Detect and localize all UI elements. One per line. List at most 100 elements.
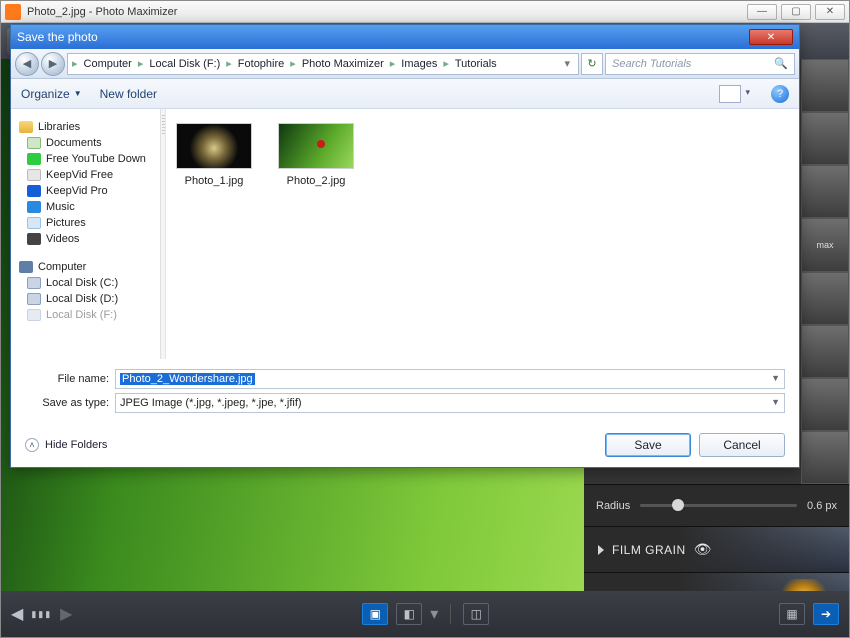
tree-computer[interactable]: Computer bbox=[38, 261, 86, 273]
chevron-down-icon[interactable]: ▼ bbox=[771, 397, 780, 407]
breadcrumb-item[interactable]: Fotophire bbox=[232, 58, 290, 70]
view-mode-button[interactable] bbox=[719, 85, 741, 103]
actual-size-icon[interactable]: ➔ bbox=[813, 603, 839, 625]
bottom-bar: ◀ ▮▮▮ ▶ ▣ ◧ ▾ ◫ ▦ ➔ bbox=[1, 591, 849, 637]
savetype-select[interactable]: JPEG Image (*.jpg, *.jpeg, *.jpe, *.jfif… bbox=[115, 393, 785, 413]
expand-icon bbox=[598, 591, 604, 592]
preset-thumb[interactable] bbox=[801, 165, 849, 218]
breadcrumb-item[interactable]: Computer bbox=[78, 58, 138, 70]
chevron-down-icon: ▼ bbox=[74, 89, 82, 98]
folder-tree[interactable]: Libraries Documents Free YouTube Down Ke… bbox=[11, 109, 161, 359]
visibility-icon[interactable]: 👁 bbox=[694, 541, 712, 558]
tree-item[interactable]: Local Disk (F:) bbox=[27, 307, 156, 323]
dialog-fields: File name: Photo_2_Wondershare.jpg ▼ Save… bbox=[11, 359, 799, 423]
tree-item[interactable]: Free YouTube Down bbox=[27, 151, 156, 167]
savetype-label: Save as type: bbox=[25, 397, 109, 409]
hide-folders-button[interactable]: ˄ Hide Folders bbox=[25, 438, 107, 452]
radius-slider[interactable] bbox=[640, 504, 797, 507]
save-dialog: Save the photo ✕ ◀ ▶ ▸ Computer ▸ Local … bbox=[10, 24, 800, 468]
radius-value: 0.6 px bbox=[807, 500, 837, 512]
breadcrumb-item[interactable]: Tutorials bbox=[449, 58, 503, 70]
pictures-icon bbox=[27, 217, 41, 229]
tree-libraries[interactable]: Libraries bbox=[38, 121, 80, 133]
tree-item[interactable]: KeepVid Free bbox=[27, 167, 156, 183]
search-input[interactable]: Search Tutorials 🔍 bbox=[605, 53, 795, 75]
breadcrumb-dropdown-icon[interactable]: ▾ bbox=[560, 57, 574, 70]
dialog-footer: ˄ Hide Folders Save Cancel bbox=[11, 423, 799, 467]
file-name: Photo_2.jpg bbox=[287, 175, 346, 187]
dialog-titlebar: Save the photo ✕ bbox=[11, 25, 799, 49]
save-button[interactable]: Save bbox=[605, 433, 691, 457]
file-item[interactable]: Photo_2.jpg bbox=[278, 123, 354, 187]
filename-value: Photo_2_Wondershare.jpg bbox=[120, 373, 255, 385]
radius-row: Radius 0.6 px bbox=[584, 484, 849, 526]
add-icon[interactable]: + bbox=[680, 587, 689, 591]
file-name: Photo_1.jpg bbox=[185, 175, 244, 187]
preset-thumb[interactable] bbox=[801, 378, 849, 431]
breadcrumb-item[interactable]: Images bbox=[395, 58, 443, 70]
drive-icon bbox=[27, 277, 41, 289]
tree-item[interactable]: Local Disk (C:) bbox=[27, 275, 156, 291]
file-item[interactable]: Photo_1.jpg bbox=[176, 123, 252, 187]
next-image-button[interactable]: ▶ bbox=[60, 604, 72, 624]
libraries-icon bbox=[19, 121, 33, 133]
dialog-toolbar: Organize ▼ New folder ? bbox=[11, 79, 799, 109]
breadcrumb-item[interactable]: Photo Maximizer bbox=[296, 58, 390, 70]
preset-thumb[interactable] bbox=[801, 112, 849, 165]
refresh-button[interactable]: ↻ bbox=[581, 53, 603, 75]
view-split-icon[interactable]: ◧ bbox=[396, 603, 422, 625]
organize-menu[interactable]: Organize ▼ bbox=[21, 87, 82, 101]
fit-screen-icon[interactable]: ▦ bbox=[779, 603, 805, 625]
youtube-icon bbox=[27, 153, 41, 165]
presets-label: PRESETS bbox=[612, 589, 672, 592]
preset-thumb[interactable] bbox=[801, 325, 849, 378]
search-placeholder: Search Tutorials bbox=[612, 58, 691, 70]
tree-item[interactable]: Pictures bbox=[27, 215, 156, 231]
filename-label: File name: bbox=[25, 373, 109, 385]
new-folder-button[interactable]: New folder bbox=[100, 87, 157, 101]
main-titlebar: Photo_2.jpg - Photo Maximizer — ▢ ✕ bbox=[1, 1, 849, 23]
slider-knob[interactable] bbox=[672, 499, 684, 511]
preset-thumb[interactable] bbox=[801, 59, 849, 112]
dialog-body: Libraries Documents Free YouTube Down Ke… bbox=[11, 109, 799, 359]
nav-forward-button[interactable]: ▶ bbox=[41, 52, 65, 76]
cancel-button[interactable]: Cancel bbox=[699, 433, 785, 457]
preset-thumb[interactable] bbox=[801, 272, 849, 325]
dialog-nav: ◀ ▶ ▸ Computer ▸ Local Disk (F:) ▸ Fotop… bbox=[11, 49, 799, 79]
file-thumbnail bbox=[278, 123, 354, 169]
chevron-down-icon[interactable]: ▼ bbox=[771, 373, 780, 383]
breadcrumb[interactable]: ▸ Computer ▸ Local Disk (F:) ▸ Fotophire… bbox=[67, 53, 579, 75]
preset-thumb[interactable] bbox=[801, 431, 849, 484]
tree-item[interactable]: Documents bbox=[27, 135, 156, 151]
file-thumbnail bbox=[176, 123, 252, 169]
drive-icon bbox=[27, 293, 41, 305]
tree-splitter[interactable] bbox=[161, 109, 166, 359]
section-film-grain[interactable]: FILM GRAIN 👁 bbox=[584, 526, 849, 572]
maximize-button[interactable]: ▢ bbox=[781, 4, 811, 20]
prev-image-button[interactable]: ◀ bbox=[11, 604, 23, 624]
breadcrumb-item[interactable]: Local Disk (F:) bbox=[143, 58, 226, 70]
view-compare-icon[interactable]: ◫ bbox=[463, 603, 489, 625]
dialog-title: Save the photo bbox=[17, 30, 98, 44]
view-single-icon[interactable]: ▣ bbox=[362, 603, 388, 625]
minimize-button[interactable]: — bbox=[747, 4, 777, 20]
filename-input[interactable]: Photo_2_Wondershare.jpg ▼ bbox=[115, 369, 785, 389]
help-button[interactable]: ? bbox=[771, 85, 789, 103]
savetype-value: JPEG Image (*.jpg, *.jpeg, *.jpe, *.jfif… bbox=[120, 397, 302, 409]
close-button[interactable]: ✕ bbox=[815, 4, 845, 20]
section-presets[interactable]: PRESETS + bbox=[584, 572, 849, 591]
file-list[interactable]: Photo_1.jpg Photo_2.jpg bbox=[166, 109, 799, 359]
computer-icon bbox=[19, 261, 33, 273]
dialog-close-button[interactable]: ✕ bbox=[749, 29, 793, 45]
tree-item[interactable]: Videos bbox=[27, 231, 156, 247]
preset-thumb[interactable]: max bbox=[801, 218, 849, 271]
tree-item[interactable]: Music bbox=[27, 199, 156, 215]
documents-icon bbox=[27, 137, 41, 149]
collapse-icon: ˄ bbox=[25, 438, 39, 452]
tree-item[interactable]: KeepVid Pro bbox=[27, 183, 156, 199]
drive-icon bbox=[27, 309, 41, 321]
keepvid-icon bbox=[27, 169, 41, 181]
tree-item[interactable]: Local Disk (D:) bbox=[27, 291, 156, 307]
film-grain-label: FILM GRAIN bbox=[612, 543, 686, 557]
nav-back-button[interactable]: ◀ bbox=[15, 52, 39, 76]
